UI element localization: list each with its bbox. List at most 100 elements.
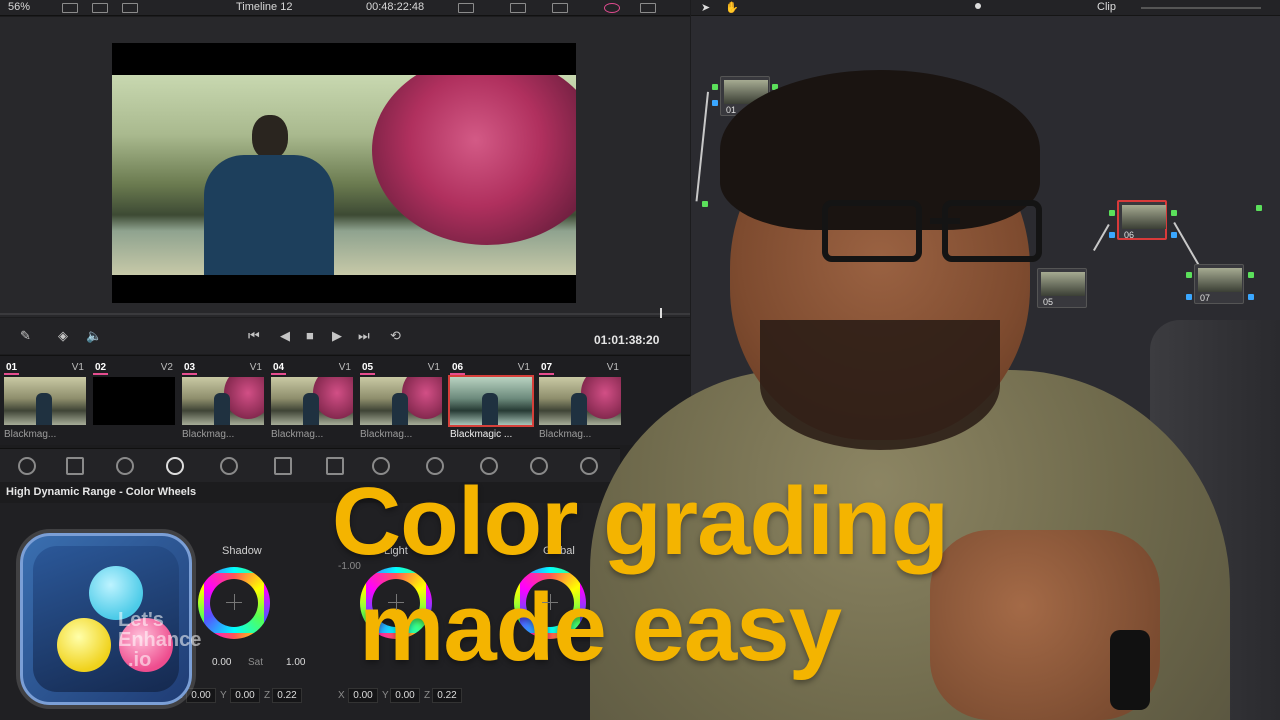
node-output-port[interactable] — [1248, 294, 1254, 300]
volume-icon[interactable]: 🔈 — [86, 328, 102, 344]
clip-mode-dropdown[interactable]: Clip — [1097, 1, 1116, 13]
y-value[interactable]: 0.00 — [390, 688, 420, 703]
clip-strip: 01 V1 Blackmag... 02 V2 03 V1 Blackmag..… — [0, 355, 690, 445]
clip-track: V1 — [427, 362, 440, 373]
y-label: Y — [220, 690, 227, 701]
transport-bar: ✎ ◈ 🔈 ⏮ ◀ ■ ▶ ⏭ ⟲ 01:01:38:20 — [0, 318, 690, 354]
clip-thumbnail[interactable]: 03 V1 Blackmag... — [180, 360, 266, 442]
clip-thumbnail-selected[interactable]: 06 V1 Blackmagic ... — [448, 360, 534, 442]
reverse-button[interactable]: ◀ — [280, 328, 290, 344]
clip-image — [271, 377, 353, 425]
color-node[interactable]: 05 — [1037, 268, 1087, 308]
last-frame-button[interactable]: ⏭ — [358, 328, 370, 344]
node-connection — [695, 91, 709, 202]
zoom-slider[interactable] — [1141, 7, 1261, 9]
split-viewer-icon[interactable] — [92, 3, 108, 13]
clip-thumbnail[interactable]: 02 V2 — [91, 360, 177, 442]
hdr-wheels-icon[interactable] — [166, 457, 184, 475]
x-value[interactable]: 0.00 — [348, 688, 378, 703]
page-dot-icon — [975, 3, 981, 9]
clip-label: Blackmag... — [182, 429, 235, 440]
wipe-icon[interactable] — [510, 3, 526, 13]
viewer-scrubber[interactable] — [0, 308, 690, 319]
clip-label: Blackmag... — [4, 429, 57, 440]
pink-tree — [372, 75, 576, 245]
gallery-icon[interactable] — [122, 3, 138, 13]
node-input-port[interactable] — [712, 100, 718, 106]
clip-thumbnail[interactable]: 01 V1 Blackmag... — [2, 360, 88, 442]
node-editor-toolbar: ➤ ✋ Clip — [691, 0, 1280, 16]
node-label: 07 — [1200, 293, 1211, 303]
clip-thumbnail[interactable]: 04 V1 Blackmag... — [269, 360, 355, 442]
clip-number: 01 — [4, 362, 20, 375]
clip-track: V2 — [160, 362, 173, 373]
viewer-frame — [112, 43, 576, 303]
node-label: 06 — [1124, 230, 1135, 240]
headline-line-2: made easy — [358, 574, 842, 681]
z-value[interactable]: 0.22 — [432, 688, 462, 703]
picker-icon[interactable]: ✎ — [20, 328, 31, 344]
headline-line-1: Color grading — [331, 468, 949, 575]
hand-icon[interactable]: ✋ — [725, 1, 739, 14]
node-output-port[interactable] — [1171, 210, 1177, 216]
z-label: Z — [264, 690, 271, 701]
clip-number: 05 — [360, 362, 376, 375]
color-picker-icon[interactable] — [604, 3, 620, 13]
source-port[interactable] — [702, 201, 708, 207]
source-timecode: 00:48:22:48 — [366, 1, 425, 13]
x-label: X — [338, 690, 345, 701]
node-connection — [775, 88, 811, 118]
viewer-toolbar: 56% Timeline 12 00:48:22:48 — [0, 0, 690, 16]
record-timecode: 01:01:38:20 — [594, 333, 660, 347]
clip-thumbnail[interactable]: 05 V1 Blackmag... — [358, 360, 444, 442]
node-input-port[interactable] — [712, 84, 718, 90]
stop-button[interactable]: ■ — [306, 328, 314, 343]
color-wheels-icon[interactable] — [116, 457, 134, 475]
motion-effects-icon[interactable] — [274, 457, 292, 475]
node-output-port[interactable] — [1248, 272, 1254, 278]
clip-number: 06 — [450, 362, 466, 375]
clip-image — [182, 377, 264, 425]
play-button[interactable]: ▶ — [332, 328, 342, 344]
options-icon[interactable] — [640, 3, 656, 13]
clip-label: Blackmag... — [360, 429, 413, 440]
node-output-port[interactable] — [1171, 232, 1177, 238]
color-node[interactable]: 07 — [1194, 264, 1244, 304]
zoom-dropdown[interactable]: 56% — [8, 1, 30, 13]
x-value[interactable]: 0.00 — [186, 688, 216, 703]
clip-label: Blackmag... — [539, 429, 592, 440]
color-match-icon[interactable] — [66, 457, 84, 475]
person-silhouette — [204, 115, 334, 275]
clip-number: 03 — [182, 362, 198, 375]
clip-label: Blackmag... — [271, 429, 324, 440]
node-input-port[interactable] — [1186, 272, 1192, 278]
camera-raw-icon[interactable] — [18, 457, 36, 475]
clip-track: V1 — [606, 362, 619, 373]
z-label: Z — [424, 690, 431, 701]
node-input-port[interactable] — [1186, 294, 1192, 300]
highlight-icon[interactable] — [552, 3, 568, 13]
y-value[interactable]: 0.00 — [230, 688, 260, 703]
viewer[interactable] — [0, 17, 690, 319]
clip-thumbnail[interactable]: 07 V1 Blackmag... — [537, 360, 623, 442]
node-input-port[interactable] — [1109, 210, 1115, 216]
timeline-name[interactable]: Timeline 12 — [236, 1, 292, 13]
first-frame-button[interactable]: ⏮ — [248, 328, 260, 344]
single-viewer-icon[interactable] — [62, 3, 78, 13]
output-port[interactable] — [1256, 205, 1262, 211]
pointer-icon[interactable]: ➤ — [701, 1, 710, 14]
y-label: Y — [382, 690, 389, 701]
rgb-mixer-icon[interactable] — [220, 457, 238, 475]
node-input-port[interactable] — [1109, 232, 1115, 238]
viewer-mode-icon[interactable] — [458, 3, 474, 13]
clip-image — [539, 377, 621, 425]
color-node-selected[interactable]: 06 — [1117, 200, 1167, 240]
clip-image — [4, 377, 86, 425]
loop-button[interactable]: ⟲ — [390, 328, 401, 344]
z-value[interactable]: 0.22 — [272, 688, 302, 703]
clip-track: V1 — [517, 362, 530, 373]
video-frame — [112, 75, 576, 275]
layers-icon[interactable]: ◈ — [58, 328, 68, 344]
color-node[interactable]: 01 — [720, 76, 770, 116]
node-output-port[interactable] — [772, 84, 778, 90]
